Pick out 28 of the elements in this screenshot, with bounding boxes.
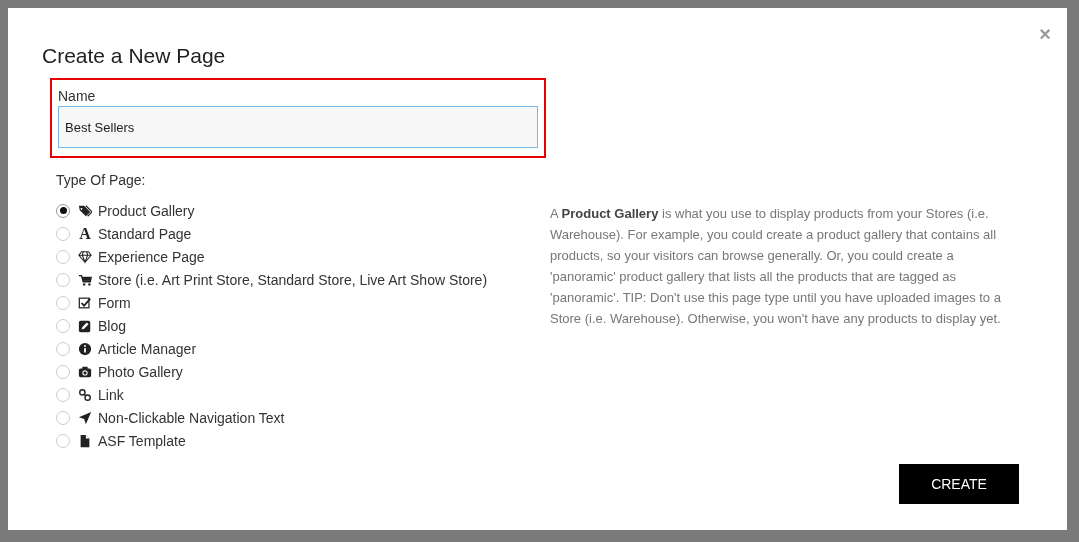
option-label[interactable]: Link — [98, 386, 124, 403]
camera-icon — [78, 364, 92, 379]
field-label: Type Of Page: — [56, 172, 147, 188]
arrow-icon — [78, 410, 92, 425]
description-text: A Product Gallery is what you use to display products from your Stores (i.e. Warehouse). For example, you could create a product gallery that contains all products, so your visitors can browse generally. Or, you could create a 'panoramic' product gallery that lists all the products that are tagged as 'panoramic'. TIP: Don't use this page type until you have uploaded images to a Store (i.e. Warehouse). Otherwise, you won't have any products to display yet. — [550, 205, 1002, 328]
create-button[interactable]: CREATE — [899, 464, 1019, 504]
cart-icon — [78, 272, 92, 287]
dialog-title: Create a New Page — [42, 44, 227, 68]
option-label[interactable]: Store (i.e. Art Print Store, Standard Store, Live Art Show Store) — [98, 271, 488, 288]
option-label[interactable]: Standard Page — [98, 225, 192, 242]
diamond-icon — [78, 249, 92, 264]
file-icon — [78, 433, 92, 448]
option-label[interactable]: Blog — [98, 317, 127, 334]
option-label[interactable]: Experience Page — [98, 248, 205, 265]
option-label[interactable]: Non-Clickable Navigation Text — [98, 409, 285, 426]
option-label[interactable]: Article Manager — [98, 340, 197, 357]
tags-icon — [78, 203, 92, 218]
option-label[interactable]: Photo Gallery — [98, 363, 183, 380]
letter-icon: A — [78, 225, 92, 242]
link-icon — [78, 387, 92, 402]
name-field[interactable]: Best Sellers — [58, 106, 538, 148]
checkbox-icon — [78, 295, 92, 310]
field-label: Name — [58, 88, 97, 104]
option-label[interactable]: Form — [98, 294, 131, 311]
option-label[interactable]: Product Gallery — [98, 202, 195, 219]
info-icon — [78, 341, 92, 356]
pencil-icon — [78, 318, 92, 333]
option-label[interactable]: ASF Template — [98, 432, 186, 449]
